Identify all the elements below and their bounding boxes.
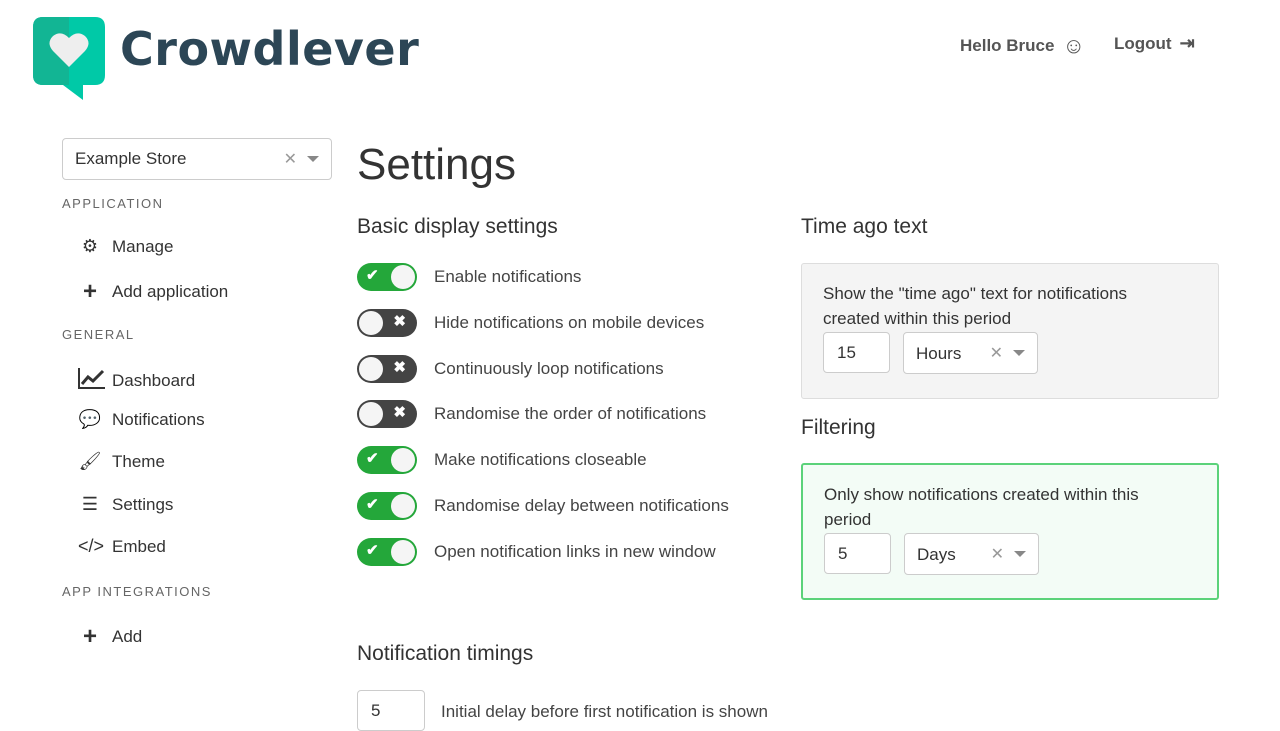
toggle-label: Make notifications closeable: [434, 450, 647, 470]
sidebar-item-notifications[interactable]: 💬 Notifications: [78, 409, 205, 430]
filtering-description: Only show notifications created within t…: [824, 485, 1139, 529]
chevron-down-icon[interactable]: [307, 156, 319, 162]
timings-heading: Notification timings: [357, 642, 534, 665]
clear-icon[interactable]: ✕: [990, 341, 1003, 366]
toggle-row: ✔ Enable notifications: [357, 263, 581, 291]
logout-icon: ⇥: [1179, 33, 1195, 53]
plus-icon: +: [82, 623, 97, 650]
sidebar-item-theme[interactable]: 🖌 Theme: [78, 451, 165, 472]
filtering-value-input[interactable]: 5: [824, 533, 891, 574]
toggle-knob: [359, 402, 383, 427]
brush-icon: 🖌: [78, 451, 102, 471]
time-ago-description: Show the "time ago" text for notificatio…: [823, 284, 1128, 328]
filtering-panel: Only show notifications created within t…: [801, 463, 1219, 600]
clear-icon[interactable]: ✕: [991, 542, 1004, 567]
time-ago-value-input[interactable]: 15: [823, 332, 890, 373]
section-application: APPLICATION: [62, 196, 164, 211]
time-ago-heading: Time ago text: [801, 215, 928, 238]
toggle-label: Enable notifications: [434, 267, 582, 286]
x-icon: ✖: [393, 358, 406, 376]
chevron-down-icon[interactable]: [1013, 350, 1025, 356]
toggle-switch[interactable]: ✖: [357, 354, 417, 383]
time-ago-unit-value: Hours: [916, 343, 962, 363]
filtering-heading: Filtering: [801, 416, 876, 439]
filtering-unit-select[interactable]: Days ✕: [904, 533, 1039, 575]
greeting-text: Hello Bruce: [960, 36, 1055, 55]
plus-icon: +: [82, 278, 97, 305]
toggle-row: ✔ Open notification links in new window: [357, 537, 716, 566]
store-select-value: Example Store: [75, 149, 187, 168]
section-app-integrations: APP INTEGRATIONS: [62, 584, 212, 599]
toggle-row: ✔ Randomise delay between notifications: [357, 492, 729, 520]
toggle-knob: [391, 265, 415, 289]
check-icon: ✔: [366, 267, 379, 284]
toggle-switch[interactable]: ✔: [357, 537, 417, 566]
speech-bubble-icon: 💬: [78, 409, 102, 429]
code-icon: </>: [78, 536, 105, 556]
sidebar-item-label: Notifications: [112, 409, 205, 429]
toggle-row: ✖ Continuously loop notifications: [357, 354, 664, 383]
toggle-knob: [359, 310, 383, 335]
sidebar-item-label: Add application: [112, 282, 229, 301]
toggle-switch[interactable]: ✔: [357, 492, 417, 520]
toggle-switch[interactable]: ✔: [357, 446, 417, 475]
check-icon: ✔: [366, 496, 379, 513]
toggle-switch[interactable]: ✖: [357, 400, 417, 429]
toggle-switch[interactable]: ✔: [357, 263, 417, 291]
filtering-unit-value: Days: [917, 544, 956, 564]
toggle-label: Open notification links in new window: [434, 541, 716, 561]
sidebar-item-embed[interactable]: </> Embed: [78, 536, 166, 557]
check-icon: ✔: [366, 541, 379, 559]
toggle-row: ✖ Hide notifications on mobile devices: [357, 308, 705, 337]
toggle-label: Randomise the order of notifications: [434, 404, 707, 424]
toggle-label: Randomise delay between notifications: [434, 496, 729, 515]
sidebar-item-label: Theme: [112, 451, 165, 471]
brand-name: Crowdlever: [120, 22, 420, 76]
sidebar-item-label: Dashboard: [112, 370, 196, 390]
time-ago-unit-select[interactable]: Hours ✕: [903, 332, 1038, 374]
initial-delay-input[interactable]: 5: [357, 690, 425, 731]
sidebar-item-label: Embed: [112, 536, 166, 556]
smiley-icon: ☺: [1062, 33, 1085, 58]
sidebar-item-add-application[interactable]: + Add application: [78, 278, 228, 306]
sidebar-item-label: Add: [112, 627, 143, 646]
toggle-row: ✖ Randomise the order of notifications: [357, 400, 707, 429]
logout-button[interactable]: Logout ⇥: [1114, 33, 1195, 54]
sidebar-item-add[interactable]: + Add: [78, 623, 142, 651]
chevron-down-icon[interactable]: [1014, 551, 1026, 557]
x-icon: ✖: [393, 404, 406, 422]
logo-icon: [33, 17, 107, 106]
toggle-knob: [391, 494, 415, 518]
check-icon: ✔: [366, 450, 379, 468]
sidebar-item-label: Manage: [112, 236, 174, 256]
toggle-label: Continuously loop notifications: [434, 358, 664, 378]
sidebar-item-label: Settings: [112, 494, 174, 514]
sidebar-item-dashboard[interactable]: Dashboard: [78, 367, 195, 394]
section-general: GENERAL: [62, 327, 135, 342]
sidebar-item-settings[interactable]: ☰ Settings: [78, 494, 174, 515]
toggle-knob: [391, 539, 415, 564]
toggle-knob: [391, 448, 415, 473]
sidebar-item-manage[interactable]: ⚙ Manage: [78, 236, 174, 257]
logout-label: Logout: [1114, 33, 1172, 53]
time-ago-panel: Show the "time ago" text for notificatio…: [801, 263, 1219, 399]
page-title: Settings: [357, 140, 516, 189]
toggle-row: ✔ Make notifications closeable: [357, 446, 647, 475]
gear-icon: ⚙: [81, 236, 99, 256]
toggle-label: Hide notifications on mobile devices: [434, 312, 705, 332]
sliders-icon: ☰: [81, 494, 99, 514]
toggle-switch[interactable]: ✖: [357, 308, 417, 337]
clear-icon[interactable]: ✕: [284, 149, 297, 169]
chart-icon: [78, 367, 105, 394]
toggle-knob: [359, 356, 383, 381]
greeting: Hello Bruce ☺: [960, 33, 1085, 59]
x-icon: ✖: [393, 312, 406, 330]
initial-delay-label: Initial delay before first notification …: [441, 702, 768, 721]
basic-settings-heading: Basic display settings: [357, 215, 558, 238]
store-select[interactable]: Example Store ✕: [62, 138, 332, 180]
